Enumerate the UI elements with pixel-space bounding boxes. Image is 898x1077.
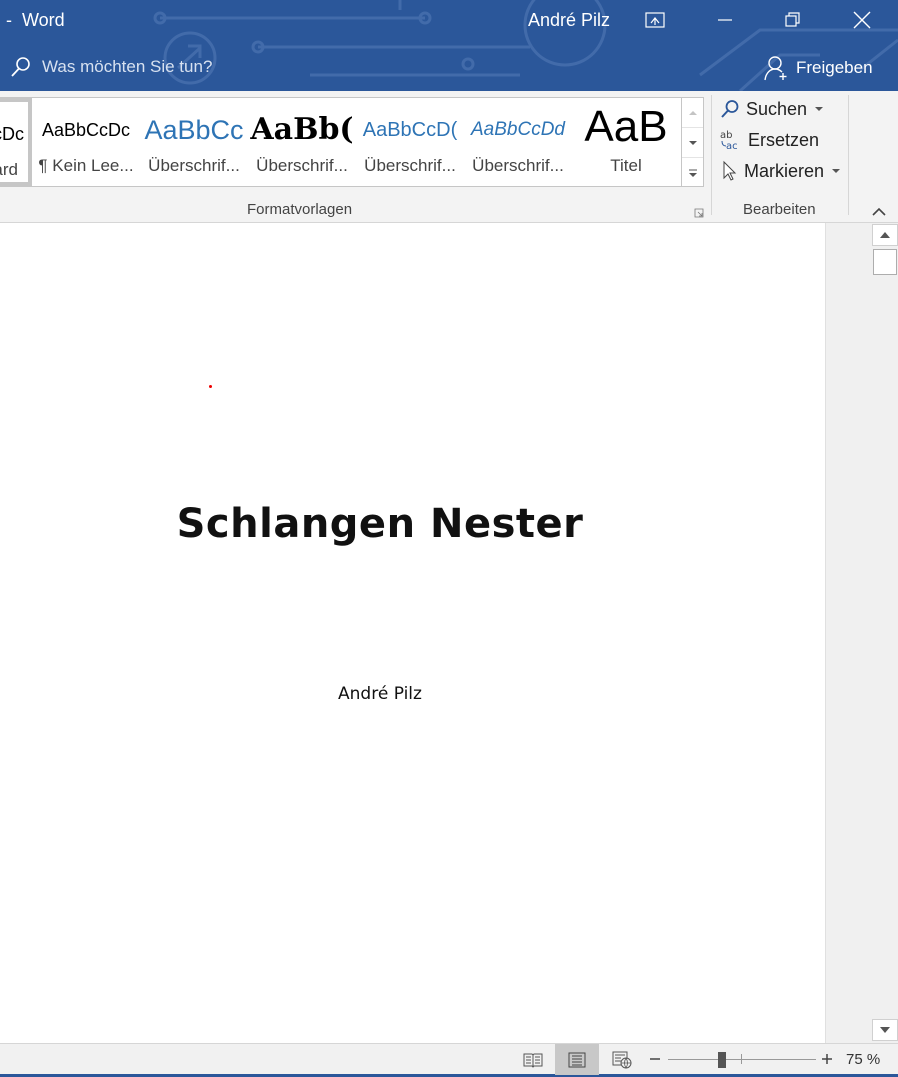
share-label: Freigeben bbox=[796, 58, 873, 77]
zoom-in-button[interactable] bbox=[820, 1052, 834, 1071]
svg-text:ab: ab bbox=[720, 130, 732, 141]
style-sample: aBbCcDc bbox=[0, 124, 24, 144]
style-name: Überschrif... bbox=[364, 156, 456, 175]
zoom-out-button[interactable] bbox=[648, 1052, 662, 1071]
page-border bbox=[825, 223, 826, 1043]
title-bar: - Word André Pilz Was möchten Sie tun? F… bbox=[0, 0, 898, 91]
scroll-down-button[interactable] bbox=[872, 1019, 898, 1041]
gallery-scroll-down-button[interactable] bbox=[682, 128, 703, 158]
spelling-mark bbox=[209, 385, 212, 388]
style-name: ¶ Standard bbox=[0, 160, 18, 179]
zoom-level[interactable]: 75 % bbox=[846, 1051, 880, 1068]
style-heading-4[interactable]: AaBbCcDd Überschrif... bbox=[464, 98, 572, 186]
chevron-down-icon bbox=[815, 106, 824, 111]
ribbon-display-options-button[interactable] bbox=[620, 0, 690, 40]
styles-group-label: Formatvorlagen bbox=[247, 201, 353, 218]
group-separator bbox=[848, 95, 849, 215]
style-name: Überschrif... bbox=[472, 156, 564, 175]
ribbon-display-icon bbox=[645, 12, 665, 28]
close-icon bbox=[853, 11, 871, 29]
style-sample: AaBbCcDd bbox=[471, 119, 565, 140]
user-name[interactable]: André Pilz bbox=[528, 10, 610, 31]
web-layout-icon bbox=[612, 1051, 632, 1069]
style-sample: AaBb( bbox=[250, 112, 354, 147]
style-title[interactable]: AaB Titel bbox=[572, 98, 680, 186]
replace-icon: ab ac bbox=[720, 130, 738, 151]
minus-icon bbox=[650, 1058, 660, 1060]
zoom-slider-center-tick bbox=[741, 1054, 742, 1064]
style-sample: AaBbCc bbox=[144, 115, 244, 145]
replace-button[interactable]: ab ac Ersetzen bbox=[720, 126, 819, 154]
select-label: Markieren bbox=[744, 160, 825, 181]
scroll-thumb[interactable] bbox=[873, 249, 897, 275]
style-sample: AaB bbox=[584, 102, 668, 151]
ribbon: aBbCcDc ¶ Standard AaBbCcDc ¶ Kein Lee..… bbox=[0, 91, 898, 223]
tell-me-search[interactable]: Was möchten Sie tun? bbox=[10, 56, 212, 78]
minimize-button[interactable] bbox=[690, 0, 760, 40]
chevron-up-icon bbox=[688, 110, 697, 115]
print-layout-icon bbox=[568, 1052, 586, 1067]
collapse-ribbon-button[interactable] bbox=[872, 203, 886, 221]
chevron-down-icon bbox=[880, 1027, 890, 1033]
style-name: Überschrif... bbox=[148, 156, 240, 175]
person-icon bbox=[764, 56, 787, 81]
scroll-up-button[interactable] bbox=[872, 224, 898, 246]
vertical-scrollbar[interactable] bbox=[872, 223, 898, 1043]
style-no-spacing[interactable]: AaBbCcDc ¶ Kein Lee... bbox=[32, 98, 140, 186]
more-icon bbox=[688, 169, 697, 177]
style-sample: AaBbCcD( bbox=[362, 119, 458, 141]
print-layout-button[interactable] bbox=[555, 1044, 599, 1075]
style-heading-2[interactable]: AaBb( Überschrif... bbox=[248, 98, 356, 186]
web-layout-button[interactable] bbox=[600, 1044, 644, 1075]
plus-icon bbox=[822, 1054, 832, 1064]
style-heading-3[interactable]: AaBbCcD( Überschrif... bbox=[356, 98, 464, 186]
restore-icon bbox=[785, 12, 800, 27]
share-button[interactable]: Freigeben bbox=[764, 55, 873, 81]
style-name: Titel bbox=[610, 156, 642, 175]
close-button[interactable] bbox=[827, 0, 897, 40]
style-standard[interactable]: aBbCcDc ¶ Standard bbox=[0, 98, 32, 186]
style-sample: AaBbCcDc bbox=[41, 120, 131, 140]
search-icon bbox=[11, 57, 30, 77]
cursor-arrow-icon bbox=[723, 160, 737, 181]
zoom-slider[interactable] bbox=[668, 1059, 816, 1060]
gallery-more-button[interactable] bbox=[682, 158, 703, 188]
styles-dialog-launcher[interactable] bbox=[694, 205, 704, 223]
zoom-slider-thumb[interactable] bbox=[718, 1052, 726, 1068]
styles-gallery-scroll bbox=[682, 97, 704, 187]
search-button[interactable]: Suchen bbox=[720, 95, 824, 123]
search-label: Suchen bbox=[746, 98, 808, 119]
app-title: - Word bbox=[6, 10, 65, 30]
dialog-launcher-icon bbox=[694, 208, 704, 218]
tell-me-placeholder[interactable]: Was möchten Sie tun? bbox=[42, 57, 212, 77]
chevron-up-icon bbox=[872, 207, 886, 216]
minimize-icon bbox=[718, 19, 732, 21]
status-bar: 75 % bbox=[0, 1043, 898, 1077]
chevron-down-icon bbox=[832, 168, 841, 173]
group-separator bbox=[711, 95, 712, 215]
read-mode-button[interactable] bbox=[511, 1044, 555, 1075]
document-author[interactable]: André Pilz bbox=[0, 684, 760, 704]
select-button[interactable]: Markieren bbox=[720, 157, 841, 185]
restore-button[interactable] bbox=[758, 0, 828, 40]
svg-text:ac: ac bbox=[726, 141, 738, 151]
chevron-down-icon bbox=[688, 140, 697, 145]
book-icon bbox=[523, 1053, 543, 1068]
document-page[interactable]: Schlangen Nester André Pilz bbox=[0, 223, 826, 1043]
replace-label: Ersetzen bbox=[748, 129, 820, 150]
gallery-scroll-up-button[interactable] bbox=[682, 98, 703, 128]
style-name: ¶ Kein Lee... bbox=[38, 156, 134, 175]
search-icon bbox=[721, 100, 739, 118]
style-name: Überschrif... bbox=[256, 156, 348, 175]
style-heading-1[interactable]: AaBbCc Überschrif... bbox=[140, 98, 248, 186]
chevron-up-icon bbox=[880, 232, 890, 238]
edit-group-label: Bearbeiten bbox=[743, 201, 816, 218]
document-title[interactable]: Schlangen Nester bbox=[0, 501, 760, 547]
styles-gallery: aBbCcDc ¶ Standard AaBbCcDc ¶ Kein Lee..… bbox=[0, 97, 682, 187]
